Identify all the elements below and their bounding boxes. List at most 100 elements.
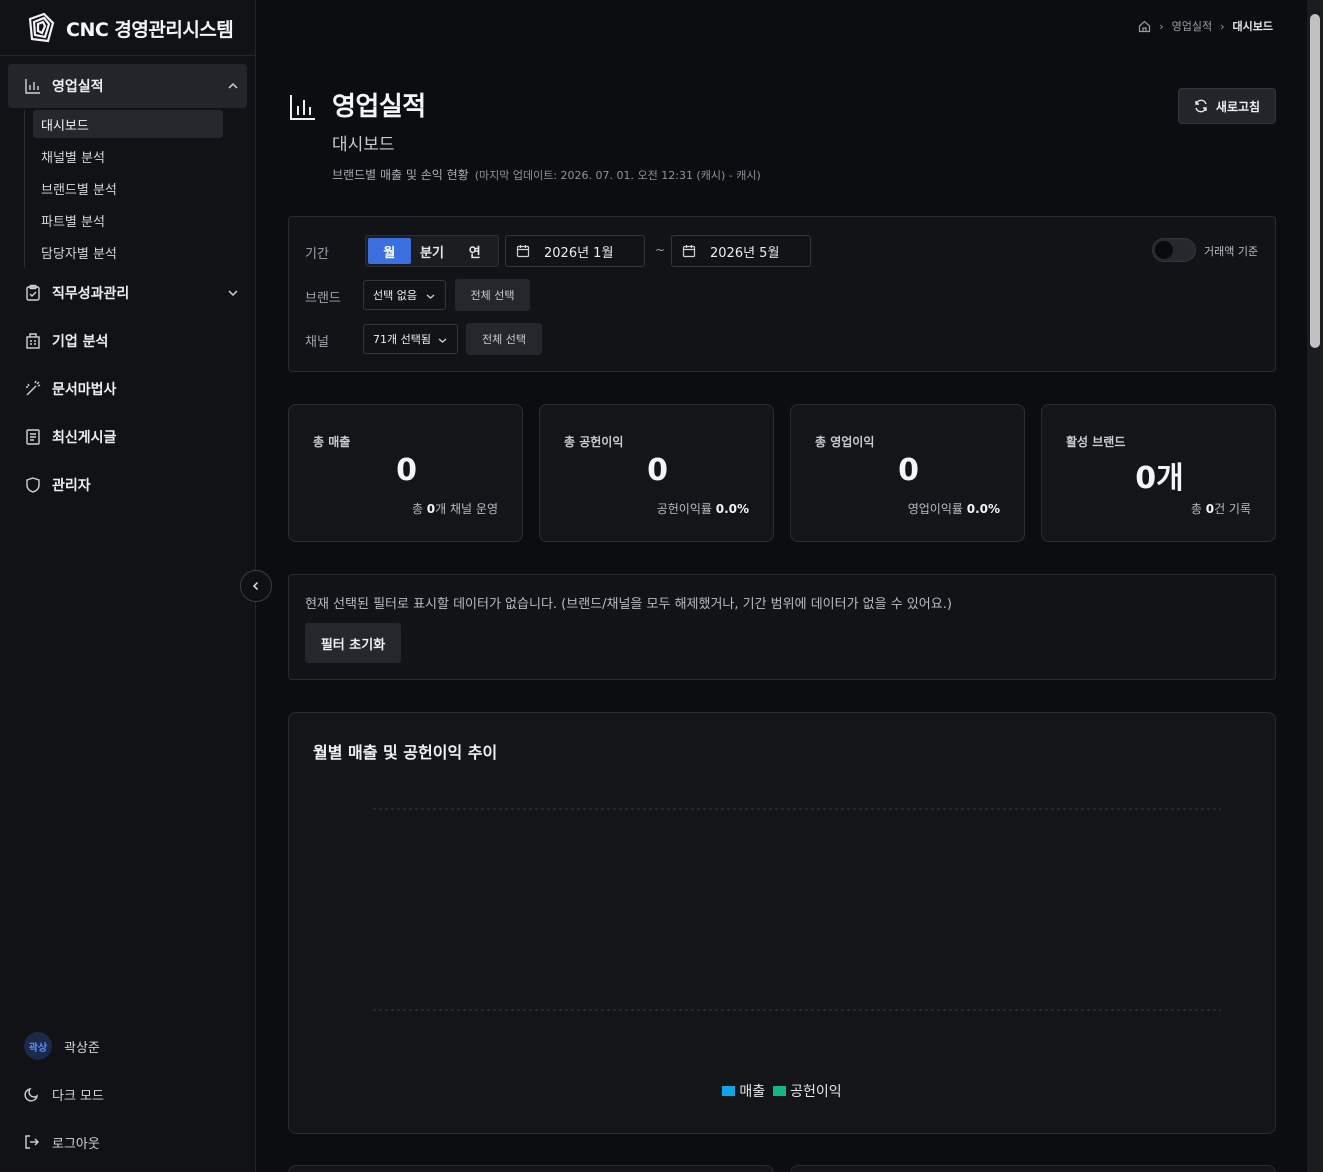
stat-value: 0 bbox=[898, 453, 919, 488]
breadcrumb: › 영업실적 › 대시보드 bbox=[1138, 18, 1273, 34]
legend-label: 매출 bbox=[739, 1084, 766, 1100]
logout-icon bbox=[25, 1135, 39, 1149]
breadcrumb-separator: › bbox=[1220, 19, 1225, 33]
last-updated: (마지막 업데이트: 2026. 07. 01. 오전 12:31 (캐시) -… bbox=[474, 169, 761, 182]
sidebar-item-admin[interactable]: 관리자 bbox=[8, 465, 247, 505]
legend-swatch bbox=[722, 1086, 736, 1096]
period-quarter-option[interactable]: 분기 bbox=[411, 238, 454, 264]
sidebar-subitem-brand[interactable]: 브랜드별 분석 bbox=[33, 174, 223, 202]
sidebar-item-sales[interactable]: 영업실적 bbox=[8, 64, 247, 108]
bottom-card bbox=[288, 1165, 774, 1172]
sidebar-collapse-button[interactable] bbox=[240, 570, 272, 602]
period-year-option[interactable]: 연 bbox=[453, 238, 496, 264]
legend-item-contribution[interactable]: 공헌이익 bbox=[773, 1081, 842, 1101]
newspaper-icon bbox=[26, 429, 40, 445]
description-text: 브랜드별 매출 및 손익 현황 bbox=[332, 168, 469, 182]
stat-foot-value: 0 bbox=[426, 502, 436, 516]
channel-select-all-button[interactable]: 전체 선택 bbox=[466, 323, 542, 355]
stat-footnote: 공헌이익률 0.0% bbox=[657, 500, 749, 517]
clipboard-icon bbox=[26, 284, 40, 301]
sidebar-item-label: 최신게시글 bbox=[52, 430, 117, 446]
transaction-basis-label: 거래액 기준 bbox=[1204, 245, 1259, 258]
stat-label: 활성 브랜드 bbox=[1066, 435, 1126, 449]
brand-select[interactable]: 선택 없음 bbox=[363, 280, 446, 310]
stat-card-operating-profit: 총 영업이익 0 영업이익률 0.0% bbox=[790, 404, 1025, 542]
channel-label: 채널 bbox=[305, 335, 329, 350]
reset-filters-button[interactable]: 필터 초기화 bbox=[305, 623, 401, 663]
stat-value: 0 bbox=[396, 453, 417, 488]
empty-data-notice: 현재 선택된 필터로 표시할 데이터가 없습니다. (브랜드/채널을 모두 해제… bbox=[288, 574, 1276, 680]
breadcrumb-separator: › bbox=[1159, 19, 1164, 33]
sidebar-item-performance[interactable]: 직무성과관리 bbox=[8, 273, 247, 313]
logo-icon bbox=[28, 12, 55, 43]
sidebar-subitem-manager[interactable]: 담당자별 분석 bbox=[33, 238, 223, 266]
stat-value: 0개 bbox=[1135, 461, 1184, 496]
sidebar: CNC 경영관리시스템 영업실적 대시보드 채널별 분석 브랜드별 분석 파트별… bbox=[0, 0, 256, 1172]
legend-item-sales[interactable]: 매출 bbox=[722, 1081, 765, 1101]
calendar-icon bbox=[682, 245, 696, 258]
refresh-button[interactable]: 새로고침 bbox=[1178, 88, 1276, 124]
home-icon[interactable] bbox=[1138, 20, 1151, 33]
magic-wand-icon bbox=[26, 380, 41, 396]
notice-text: 현재 선택된 필터로 표시할 데이터가 없습니다. (브랜드/채널을 모두 해제… bbox=[305, 597, 952, 612]
calendar-icon bbox=[516, 245, 530, 258]
end-date-picker[interactable]: 2026년 5월 bbox=[671, 235, 811, 267]
app-logo[interactable]: CNC 경영관리시스템 bbox=[24, 10, 234, 46]
start-date-picker[interactable]: 2026년 1월 bbox=[505, 235, 645, 267]
breadcrumb-parent[interactable]: 영업실적 bbox=[1172, 18, 1212, 34]
period-label: 기간 bbox=[305, 247, 329, 262]
legend-swatch bbox=[773, 1086, 787, 1096]
sidebar-item-label: 관리자 bbox=[52, 478, 91, 494]
user-profile[interactable]: 곽상 곽상준 bbox=[24, 1031, 244, 1061]
stat-foot-text: 공헌이익률 bbox=[656, 502, 716, 516]
stat-footnote: 영업이익률 0.0% bbox=[908, 500, 1000, 517]
shield-icon bbox=[26, 477, 40, 493]
sidebar-item-company[interactable]: 기업 분석 bbox=[8, 321, 247, 361]
sidebar-subitem-part[interactable]: 파트별 분석 bbox=[33, 206, 223, 234]
chevron-down-icon bbox=[228, 290, 238, 297]
page-subtitle: 대시보드 bbox=[332, 135, 395, 155]
stat-foot-text: 건 기록 bbox=[1214, 502, 1251, 516]
bar-chart-icon bbox=[290, 95, 315, 120]
dark-mode-label: 다크 모드 bbox=[52, 1088, 104, 1104]
sidebar-item-label: 기업 분석 bbox=[52, 334, 109, 350]
sidebar-subitem-channel[interactable]: 채널별 분석 bbox=[33, 142, 223, 170]
sidebar-item-label: 직무성과관리 bbox=[52, 286, 130, 302]
user-name: 곽상준 bbox=[64, 1040, 100, 1056]
chart-legend: 매출 공헌이익 bbox=[289, 1081, 1275, 1101]
chevron-down-icon bbox=[426, 294, 435, 299]
breadcrumb-current: 대시보드 bbox=[1232, 20, 1273, 33]
building-icon bbox=[26, 333, 40, 349]
stat-card-active-brands: 활성 브랜드 0개 총 0건 기록 bbox=[1041, 404, 1276, 542]
dark-mode-toggle[interactable]: 다크 모드 bbox=[24, 1079, 244, 1109]
sidebar-item-posts[interactable]: 최신게시글 bbox=[8, 417, 247, 457]
stat-foot-text: 영업이익률 bbox=[907, 502, 967, 516]
monthly-trend-chart: 월별 매출 및 공헌이익 추이 매출 공헌이익 bbox=[288, 712, 1276, 1134]
sidebar-item-label: 영업실적 bbox=[52, 79, 104, 95]
sidebar-item-docwizard[interactable]: 문서마법사 bbox=[8, 369, 247, 409]
start-date-value: 2026년 1월 bbox=[544, 245, 614, 261]
scrollbar-thumb[interactable] bbox=[1310, 14, 1320, 348]
brand-select-all-button[interactable]: 전체 선택 bbox=[455, 279, 530, 311]
channel-select[interactable]: 71개 선택됨 bbox=[363, 324, 458, 354]
stat-footnote: 총 0건 기록 bbox=[1191, 500, 1251, 517]
page-title: 영업실적 bbox=[332, 92, 426, 122]
page-description: 브랜드별 매출 및 손익 현황 (마지막 업데이트: 2026. 07. 01. … bbox=[332, 166, 761, 183]
stat-label: 총 영업이익 bbox=[815, 435, 875, 449]
logout-label: 로그아웃 bbox=[52, 1136, 100, 1152]
page-scrollbar[interactable] bbox=[1307, 0, 1323, 1172]
date-range-separator: ~ bbox=[655, 243, 666, 257]
transaction-basis-toggle[interactable] bbox=[1152, 238, 1196, 262]
chevron-down-icon bbox=[438, 338, 447, 343]
period-month-option[interactable]: 월 bbox=[368, 238, 411, 264]
sidebar-item-label: 문서마법사 bbox=[52, 382, 117, 398]
legend-label: 공헌이익 bbox=[790, 1084, 842, 1100]
divider bbox=[0, 55, 255, 56]
brand-select-value: 선택 없음 bbox=[373, 289, 417, 302]
logout-button[interactable]: 로그아웃 bbox=[24, 1127, 244, 1157]
stat-foot-text: 총 bbox=[411, 502, 427, 516]
sidebar-subitem-dashboard[interactable]: 대시보드 bbox=[33, 110, 223, 138]
refresh-icon bbox=[1195, 99, 1207, 113]
period-segmented-control: 월 분기 연 bbox=[365, 235, 499, 267]
channel-select-value: 71개 선택됨 bbox=[373, 333, 431, 346]
